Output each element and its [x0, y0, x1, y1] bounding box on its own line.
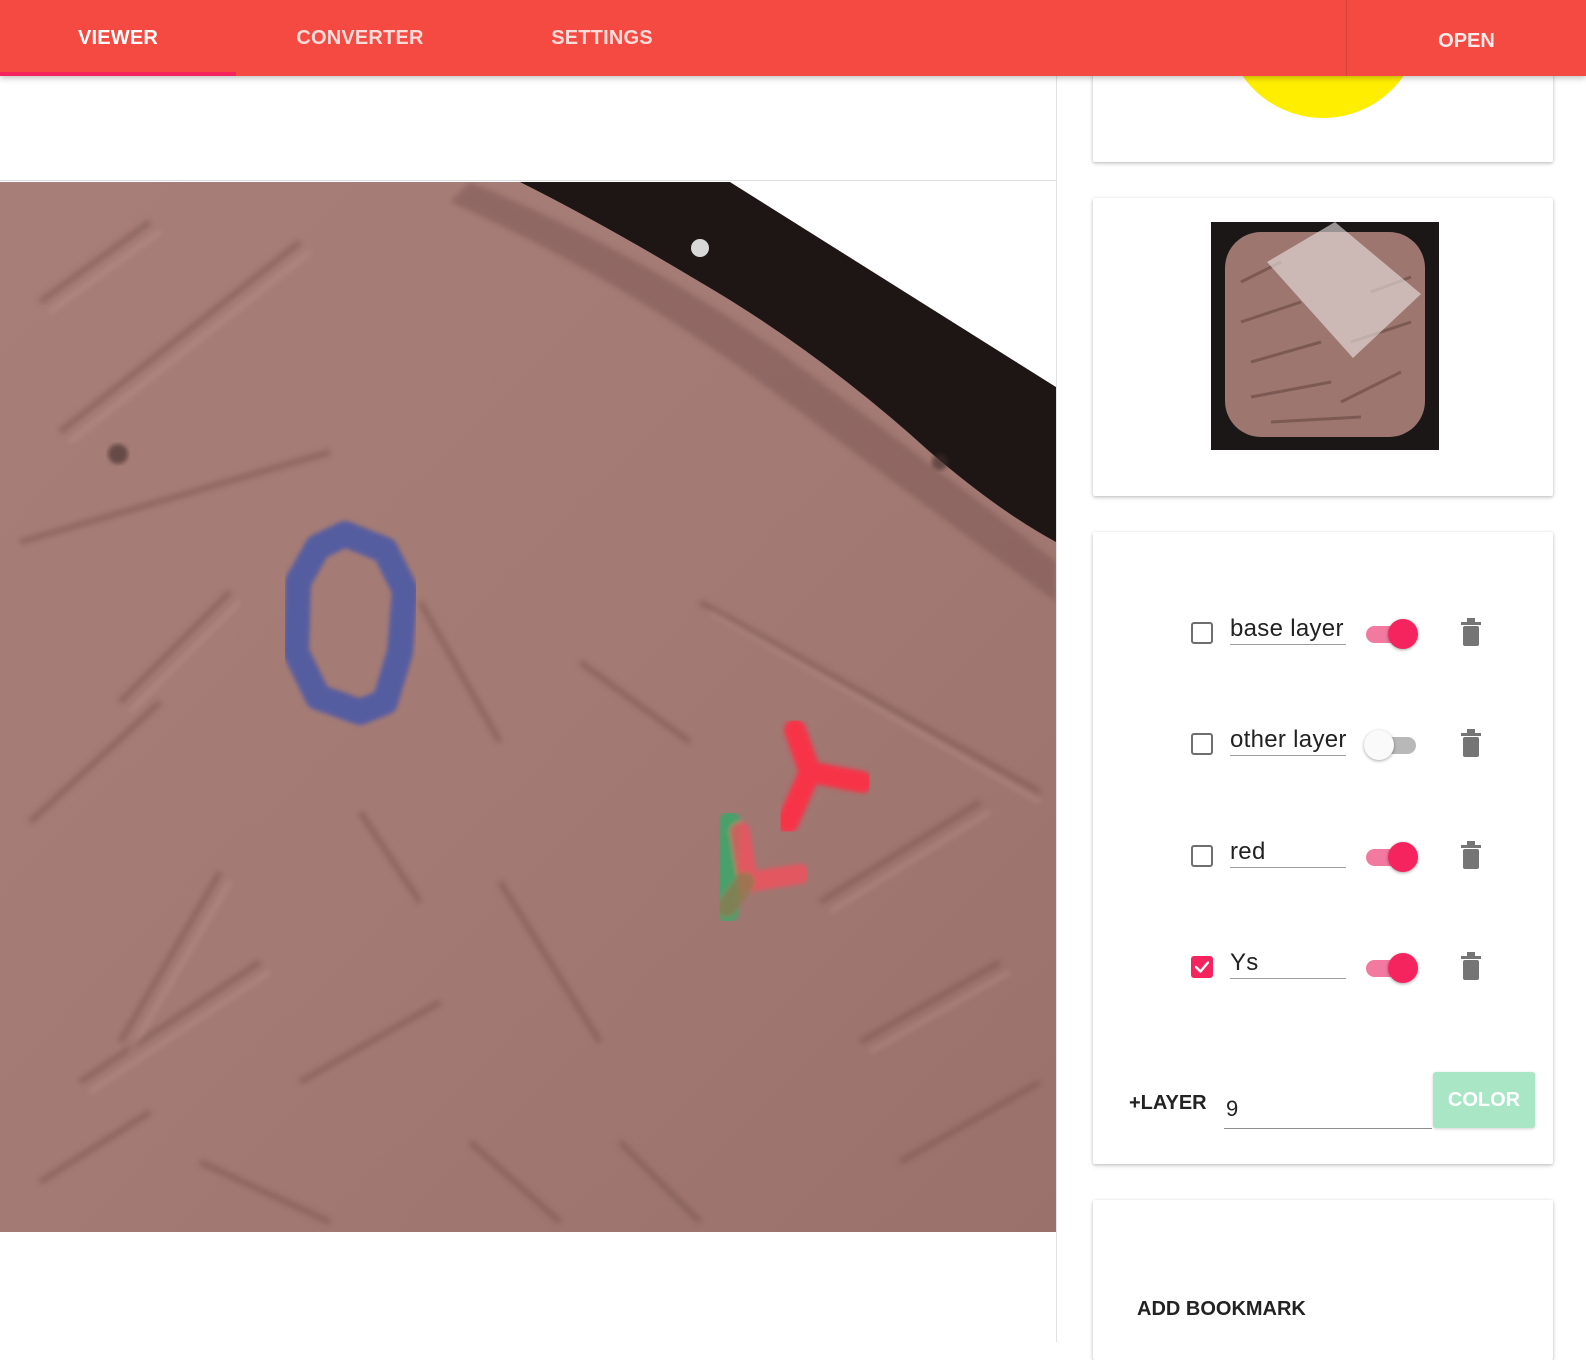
layer-visibility-toggle[interactable]: [1364, 619, 1420, 649]
tab-viewer[interactable]: VIEWER: [0, 0, 236, 76]
check-icon: [1194, 961, 1210, 973]
active-tab-indicator: [0, 72, 236, 76]
layer-select-checkbox[interactable]: [1191, 956, 1213, 978]
color-button[interactable]: COLOR: [1433, 1072, 1535, 1128]
tablet-image[interactable]: [0, 182, 1056, 1232]
toggle-knob: [1388, 842, 1418, 872]
color-button-label: COLOR: [1447, 1088, 1521, 1111]
tab-converter-label: CONVERTER: [296, 26, 424, 49]
toggle-knob: [1388, 619, 1418, 649]
minimap-card: [1093, 198, 1553, 496]
layer-row: red: [1093, 829, 1553, 889]
toggle-knob: [1388, 953, 1418, 983]
trash-icon[interactable]: [1461, 618, 1481, 646]
bookmark-card: ADD BOOKMARK: [1093, 1200, 1553, 1360]
trash-icon[interactable]: [1461, 729, 1481, 757]
image-canvas[interactable]: [0, 182, 1056, 1232]
tab-viewer-label: VIEWER: [77, 26, 159, 49]
panel-divider: [1056, 76, 1057, 1342]
tab-converter[interactable]: CONVERTER: [242, 0, 478, 76]
layer-name-field[interactable]: other layer: [1230, 725, 1346, 756]
add-layer-button[interactable]: +LAYER: [1129, 1092, 1207, 1115]
layer-select-checkbox[interactable]: [1191, 622, 1213, 644]
tab-settings-label: SETTINGS: [551, 26, 653, 49]
minimap-thumbnail[interactable]: [1211, 222, 1439, 450]
add-layer-row: +LAYER 9 COLOR: [1093, 1072, 1553, 1142]
layer-name-field[interactable]: base layer: [1230, 614, 1346, 645]
open-button-label: OPEN: [1438, 29, 1495, 52]
layer-visibility-toggle[interactable]: [1364, 730, 1420, 760]
trash-icon[interactable]: [1461, 952, 1481, 980]
layer-row: base layer: [1093, 606, 1553, 666]
add-bookmark-button[interactable]: ADD BOOKMARK: [1137, 1298, 1306, 1321]
new-layer-name-input[interactable]: 9: [1224, 1090, 1432, 1129]
layer-name-field[interactable]: red: [1230, 837, 1346, 868]
layer-row: Ys: [1093, 940, 1553, 1000]
trash-icon[interactable]: [1461, 841, 1481, 869]
layer-visibility-toggle[interactable]: [1364, 953, 1420, 983]
layer-name-field[interactable]: Ys: [1230, 948, 1346, 979]
viewer-divider: [0, 180, 1056, 181]
tab-settings[interactable]: SETTINGS: [484, 0, 720, 76]
toggle-knob: [1364, 730, 1394, 760]
layer-visibility-toggle[interactable]: [1364, 842, 1420, 872]
layers-card: base layer other layer red Ys +LAYER 9 C…: [1093, 532, 1553, 1164]
open-button[interactable]: OPEN: [1346, 0, 1586, 76]
layer-select-checkbox[interactable]: [1191, 733, 1213, 755]
viewer-area: [0, 76, 1056, 1342]
layer-row: other layer: [1093, 717, 1553, 777]
app-bar: VIEWER CONVERTER SETTINGS OPEN: [0, 0, 1586, 76]
layer-select-checkbox[interactable]: [1191, 845, 1213, 867]
